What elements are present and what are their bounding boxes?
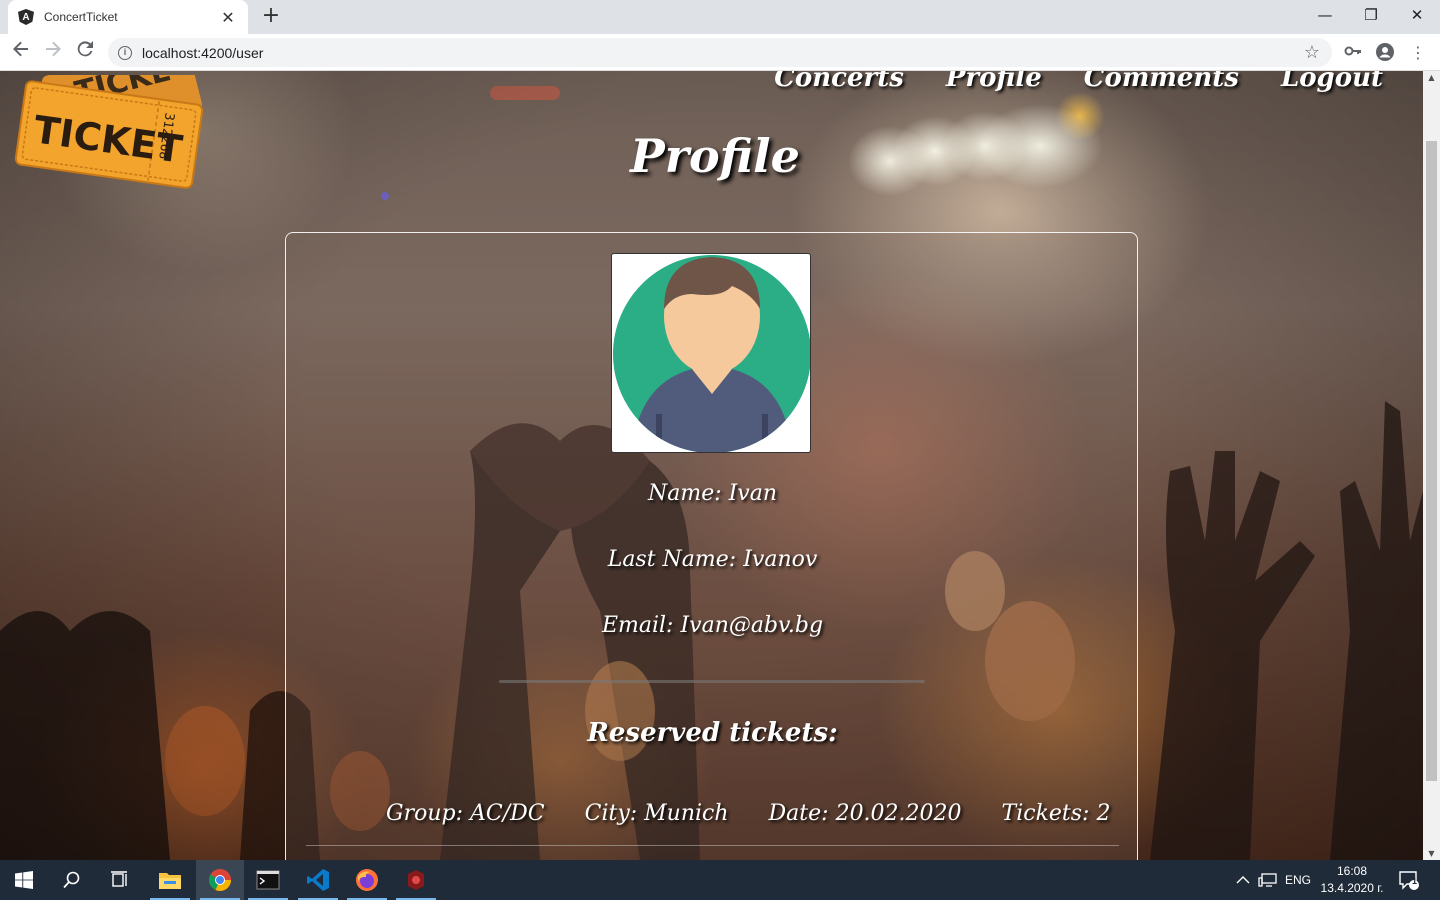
minimize-button[interactable]: — — [1302, 0, 1348, 30]
close-window-button[interactable]: ✕ — [1394, 0, 1440, 30]
page-title: Profile — [630, 129, 800, 183]
firefox-icon[interactable] — [343, 860, 391, 900]
main-nav: Concerts Profile Comments Logout — [774, 71, 1383, 93]
address-bar[interactable]: i localhost:4200/user ☆ — [108, 38, 1332, 67]
tray-chevron-up-icon[interactable] — [1236, 860, 1250, 900]
browser-tab-strip: A ConcertTicket ✕ + — ❐ ✕ — [0, 0, 1440, 34]
scrollbar-thumb[interactable] — [1426, 141, 1437, 781]
browser-toolbar: i localhost:4200/user ☆ ⋮ — [0, 34, 1440, 71]
nav-concerts[interactable]: Concerts — [774, 71, 904, 93]
ticket-date: Date: 20.02.2020 — [768, 801, 962, 826]
clock-date: 13.4.2020 г. — [1320, 881, 1384, 895]
url-text[interactable]: localhost:4200/user — [142, 45, 263, 61]
key-icon[interactable] — [1342, 42, 1364, 64]
search-icon[interactable] — [48, 860, 96, 900]
windows-start-icon[interactable] — [0, 860, 48, 900]
reload-icon[interactable] — [72, 40, 98, 66]
new-tab-button[interactable]: + — [258, 4, 284, 30]
scroll-up-arrow-icon[interactable]: ▲ — [1423, 73, 1440, 82]
clock-time: 16:08 — [1336, 864, 1368, 878]
system-clock[interactable]: 16:08 13.4.2020 г. — [1318, 863, 1386, 897]
user-name: Name: Ivan — [647, 481, 778, 506]
forward-arrow-icon[interactable] — [40, 40, 66, 66]
back-arrow-icon[interactable] — [8, 40, 34, 66]
site-info-icon[interactable]: i — [118, 45, 132, 60]
reserved-tickets-heading: Reserved tickets: — [587, 718, 838, 748]
ticket-row: Group: AC/DC City: Munich Date: 20.02.20… — [386, 801, 1110, 826]
ticket-row-divider — [306, 845, 1119, 846]
user-last-name: Last Name: Ivanov — [607, 547, 818, 572]
file-explorer-icon[interactable] — [146, 860, 194, 900]
ticket-count: Tickets: 2 — [1001, 801, 1111, 826]
page-scrollbar[interactable]: ▲ ▼ — [1423, 71, 1440, 860]
task-view-icon[interactable] — [96, 860, 144, 900]
bookmark-star-icon[interactable]: ☆ — [1304, 42, 1320, 63]
terminal-icon[interactable] — [244, 860, 292, 900]
notification-center-icon[interactable]: 1 — [1398, 860, 1420, 900]
nav-profile[interactable]: Profile — [946, 71, 1042, 93]
app-icon[interactable] — [392, 860, 440, 900]
ticket-group: Group: AC/DC — [386, 801, 545, 826]
tab-title: ConcertTicket — [44, 10, 118, 24]
notification-count: 1 — [1412, 876, 1418, 886]
browser-tab-active[interactable]: A ConcertTicket ✕ — [8, 0, 248, 34]
user-avatar-icon — [611, 253, 811, 453]
language-indicator[interactable]: ENG — [1285, 860, 1311, 900]
profile-card: Name: Ivan Last Name: Ivanov Email: Ivan… — [285, 232, 1138, 860]
ticket-city: City: Munich — [584, 801, 729, 826]
menu-kebab-icon[interactable]: ⋮ — [1407, 42, 1429, 64]
page-viewport: TICKE TICKET 312268 Concerts Profile Com… — [0, 71, 1423, 860]
network-icon[interactable] — [1258, 860, 1278, 900]
tab-close-icon[interactable]: ✕ — [218, 8, 238, 27]
scroll-down-arrow-icon[interactable]: ▼ — [1423, 849, 1440, 858]
angular-favicon-icon: A — [18, 9, 34, 25]
vscode-icon[interactable] — [294, 860, 342, 900]
nav-logout[interactable]: Logout — [1281, 71, 1383, 93]
maximize-button[interactable]: ❐ — [1348, 0, 1394, 30]
user-email: Email: Ivan@abv.bg — [601, 613, 824, 638]
windows-taskbar: ENG 16:08 13.4.2020 г. 1 — [0, 860, 1440, 900]
section-divider — [499, 680, 925, 683]
nav-comments[interactable]: Comments — [1084, 71, 1239, 93]
profile-avatar-icon[interactable] — [1374, 42, 1396, 64]
chrome-icon[interactable] — [196, 860, 244, 900]
